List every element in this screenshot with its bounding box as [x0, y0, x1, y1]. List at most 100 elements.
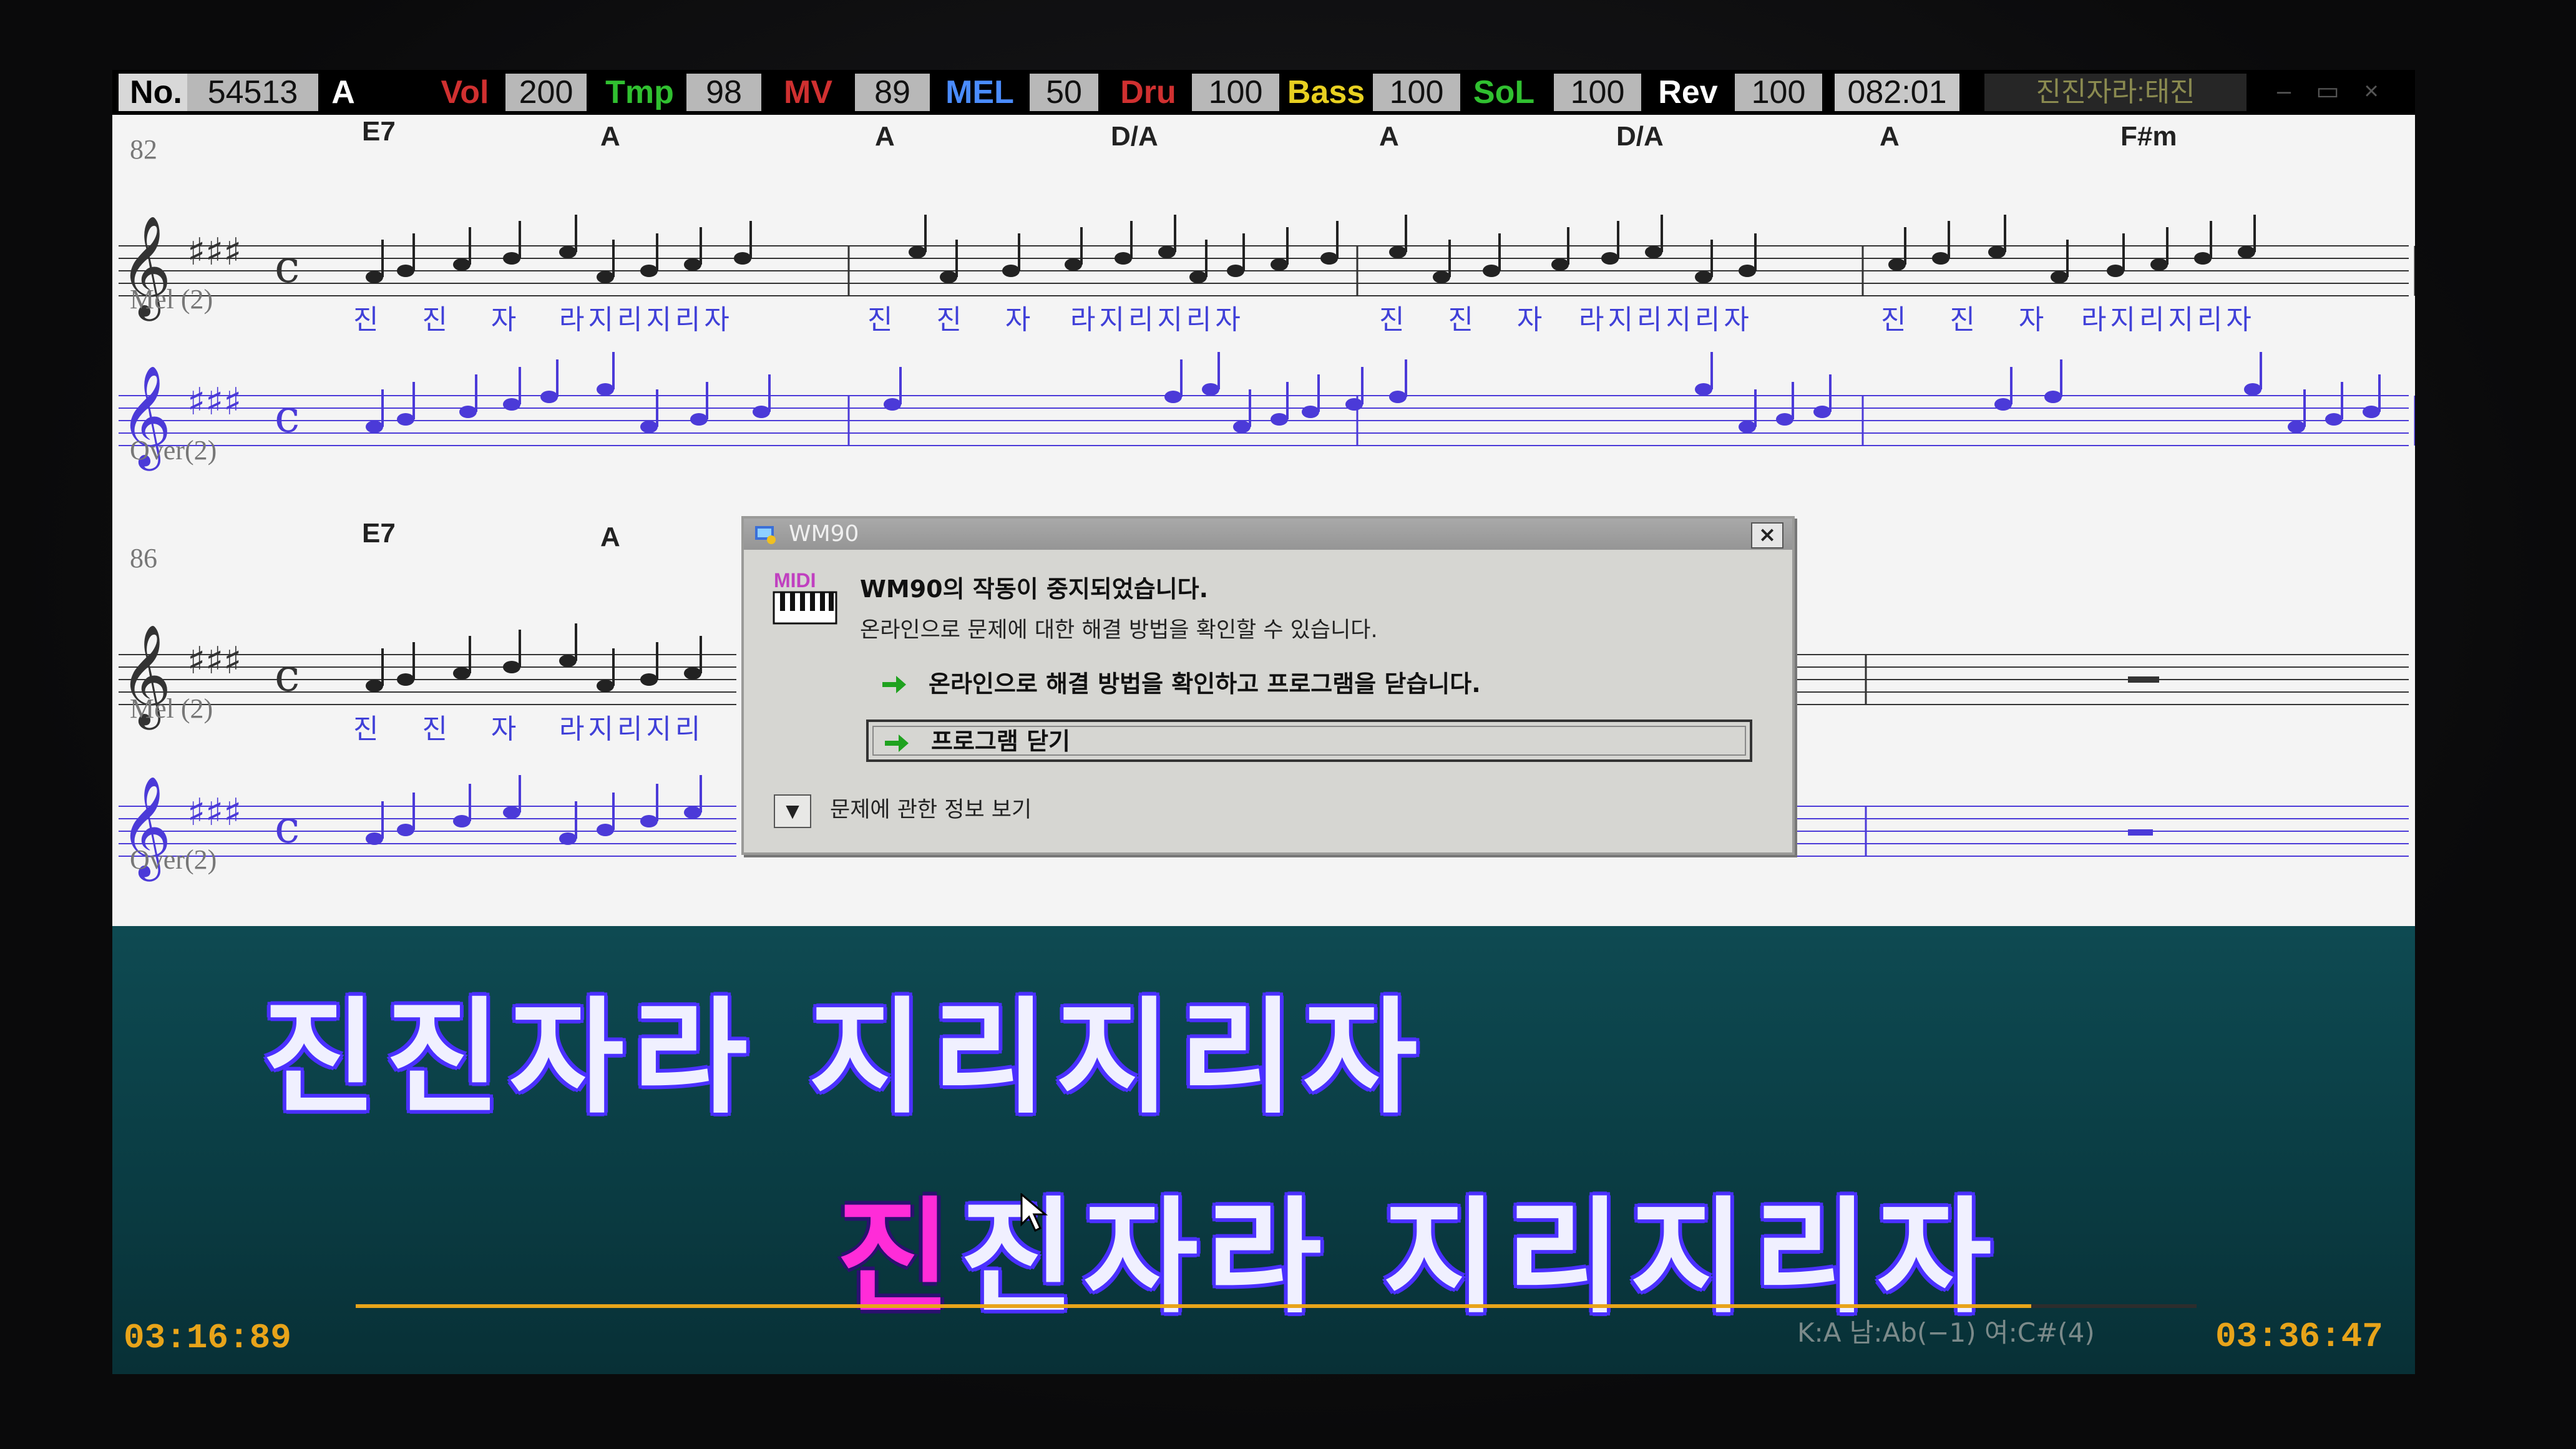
- note-head: [453, 815, 471, 827]
- note-head: [1932, 252, 1949, 265]
- status-label-1: A: [331, 74, 355, 110]
- close-program-button[interactable]: 프로그램 닫기: [866, 720, 1752, 762]
- status-label-9: Rev: [1658, 74, 1718, 110]
- note-head: [1189, 271, 1207, 283]
- chord-label: D/A: [1616, 121, 1664, 152]
- note-head: [366, 832, 383, 845]
- note-head: [503, 398, 520, 411]
- note-head: [1302, 406, 1319, 418]
- status-bar: No. 54513 A Vol 200 Tmp 98 MV 89 MEL 50 Dru 100 Bass 1…: [112, 70, 2415, 115]
- note-head: [2288, 421, 2305, 433]
- score-lyric: 진 진 자: [353, 304, 534, 336]
- note-head: [1320, 252, 1338, 265]
- key-signature: ♯♯♯: [187, 380, 242, 424]
- status-value-4: 89: [855, 74, 930, 111]
- note-head: [2194, 252, 2212, 265]
- song-title: 진진자라:태진: [1984, 74, 2247, 111]
- note-head: [1988, 246, 2006, 258]
- note-head: [397, 265, 414, 277]
- lyric-line-1: 진진자라 지리지리자: [262, 985, 1427, 1131]
- note-head: [366, 680, 383, 692]
- note-head: [366, 271, 383, 283]
- total-time: 03:36:47: [2215, 1317, 2383, 1357]
- status-value-6: 100: [1192, 74, 1279, 111]
- track-label-mel-2: Mel (2): [130, 693, 213, 724]
- close-button[interactable]: ×: [1751, 522, 1783, 549]
- status-label-2: Vol: [441, 74, 489, 110]
- error-dialog: WM90 × MIDI WM90의 작동이 중지되었습니다. 온라인으로 문제에…: [741, 516, 1795, 855]
- note-head: [2044, 391, 2062, 403]
- chord-label: A: [1379, 121, 1399, 152]
- chevron-down-icon[interactable]: ▼: [774, 794, 811, 828]
- score-lyric: 진 진 자: [867, 304, 1048, 336]
- note-head: [503, 806, 520, 819]
- note-head: [1158, 246, 1176, 258]
- dialog-title: WM90: [789, 521, 859, 547]
- chord-label: F#m: [2120, 121, 2177, 152]
- note-head: [503, 252, 520, 265]
- note-head: [1002, 265, 1020, 277]
- dialog-titlebar[interactable]: WM90 ×: [744, 519, 1792, 550]
- status-value-2: 200: [505, 74, 587, 111]
- note-head: [2325, 413, 2343, 426]
- note-head: [1645, 246, 1662, 258]
- note-head: [397, 413, 414, 426]
- close-icon[interactable]: ×: [2359, 79, 2384, 104]
- note-head: [2244, 383, 2261, 396]
- note-head: [1065, 258, 1082, 271]
- dialog-subtext: 온라인으로 문제에 대한 해결 방법을 확인할 수 있습니다.: [860, 618, 1378, 643]
- note-head: [1233, 421, 1251, 433]
- note-head: [597, 824, 614, 836]
- note-head: [1776, 413, 1793, 426]
- note-head: [684, 806, 701, 819]
- status-label-3: Tmp: [605, 74, 674, 110]
- note-head: [559, 832, 577, 845]
- note-head: [753, 406, 770, 418]
- note-head: [459, 406, 477, 418]
- note-head: [1483, 265, 1500, 277]
- note-head: [909, 246, 926, 258]
- score-lyric: 진 진 자: [1379, 304, 1560, 336]
- lyric-highlight: 진: [836, 1185, 960, 1330]
- note-head: [684, 667, 701, 680]
- note-head: [559, 655, 577, 667]
- note-head: [397, 824, 414, 836]
- note-head: [597, 383, 614, 396]
- lyric-line-2: 진진자라 지리지리자: [836, 1156, 2001, 1337]
- note-head: [940, 271, 957, 283]
- minimize-icon[interactable]: –: [2271, 79, 2296, 104]
- note-head: [1164, 391, 1182, 403]
- status-label-0: No.: [119, 74, 193, 111]
- note-head: [453, 667, 471, 680]
- key-signature: ♯♯♯: [187, 791, 242, 834]
- key-signature: ♯♯♯: [187, 230, 242, 274]
- note-head: [640, 265, 658, 277]
- note-head: [453, 258, 471, 271]
- note-head: [1551, 258, 1569, 271]
- lyric-line-2-rest: 진자라 지리지리자: [960, 1185, 2001, 1330]
- note-head: [1227, 265, 1244, 277]
- midi-icon-text: MIDI: [774, 569, 816, 592]
- maximize-icon[interactable]: ▭: [2315, 79, 2340, 104]
- status-value-7: 100: [1373, 74, 1460, 111]
- key-info: K:A 남:Ab(−1) 여:C#(4): [1797, 1317, 2095, 1348]
- track-label-over-1: Over(2): [130, 435, 217, 466]
- status-value-8: 100: [1554, 74, 1641, 111]
- score-lyric: 라지리지리자: [559, 304, 733, 336]
- measure-number-system1: 82: [130, 134, 157, 165]
- note-head: [1271, 413, 1288, 426]
- note-head: [1601, 252, 1619, 265]
- score-lyric: 라지리지리: [559, 713, 705, 745]
- chord-label: A: [600, 121, 620, 152]
- score-lyric: 라지리지리자: [1070, 304, 1244, 336]
- chord-label: E7: [362, 116, 396, 147]
- status-label-8: SoL: [1473, 74, 1535, 110]
- note-head: [397, 673, 414, 686]
- track-label-over-2: Over(2): [130, 844, 217, 875]
- check-online-option[interactable]: 온라인으로 해결 방법을 확인하고 프로그램을 닫습니다.: [866, 663, 1752, 705]
- note-head: [597, 680, 614, 692]
- note-head: [540, 391, 558, 403]
- green-arrow-icon: [882, 676, 906, 693]
- chord-label: E7: [362, 518, 396, 549]
- note-head: [1433, 271, 1450, 283]
